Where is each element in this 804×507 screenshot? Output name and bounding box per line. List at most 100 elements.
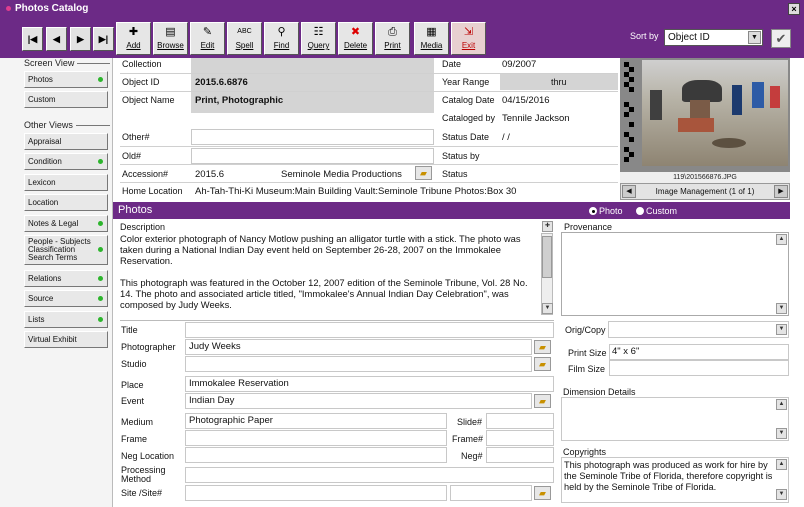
sort-by-select[interactable]: Object ID ▼ [664, 29, 763, 46]
edit-button[interactable]: ✎ Edit [190, 22, 225, 55]
description-textarea[interactable]: Color exterior photograph of Nancy Motlo… [120, 233, 540, 315]
print-size-field[interactable]: 4" x 6" [609, 344, 789, 360]
prev-image-icon[interactable]: ◀ [622, 185, 636, 198]
site-number-field[interactable] [450, 485, 532, 501]
section-title: Photos [118, 204, 153, 216]
view-custom[interactable]: Custom [24, 91, 108, 108]
film-size-field[interactable] [609, 360, 789, 376]
provenance-field[interactable] [561, 232, 789, 316]
row-divider [120, 146, 618, 147]
frame-field[interactable] [185, 430, 447, 446]
view-appraisal[interactable]: Appraisal [24, 133, 108, 150]
scroll-up-icon[interactable]: ▲ [776, 459, 787, 470]
view-lists[interactable]: Lists [24, 311, 108, 328]
folder-icon[interactable]: ▰ [415, 166, 432, 180]
chevron-down-icon[interactable]: ▼ [748, 31, 761, 44]
object-id-label: Object ID [122, 77, 160, 87]
folder-icon[interactable]: ▰ [534, 357, 551, 371]
folder-icon[interactable]: ▰ [534, 340, 551, 354]
collection-field[interactable] [195, 59, 430, 71]
next-image-icon[interactable]: ▶ [774, 185, 788, 198]
radio-photo[interactable]: Photo [589, 206, 623, 216]
copyrights-field[interactable]: This photograph was produced as work for… [561, 457, 789, 503]
spell-button[interactable]: ABC Spell [227, 22, 262, 55]
radio-custom[interactable]: Custom [636, 206, 677, 216]
title-field[interactable] [185, 322, 554, 338]
view-location[interactable]: Location [24, 194, 108, 211]
view-photos[interactable]: Photos [24, 71, 108, 88]
cataloged-by-field[interactable]: Tennile Jackson [502, 113, 570, 124]
photographer-field[interactable]: Judy Weeks [185, 339, 532, 355]
place-field[interactable]: Immokalee Reservation [185, 376, 554, 392]
status-dot-icon [98, 77, 103, 82]
scroll-up-icon[interactable]: ▲ [776, 399, 787, 410]
view-source[interactable]: Source [24, 290, 108, 307]
studio-field[interactable] [185, 356, 532, 372]
checkmark-button[interactable]: ✔ [771, 29, 791, 48]
date-field[interactable]: 09/2007 [502, 59, 536, 70]
scroll-down-icon[interactable]: ▼ [776, 303, 787, 314]
film-size-label: Film Size [568, 364, 606, 374]
film-strip-icon: ▦ [426, 26, 437, 38]
catalog-date-field[interactable]: 04/15/2016 [502, 95, 550, 106]
delete-button[interactable]: ✖ Delete [338, 22, 373, 55]
accession-source-field[interactable]: Seminole Media Productions [281, 169, 402, 180]
processing-method-field[interactable] [185, 467, 554, 483]
image-management-bar: ◀ Image Management (1 of 1) ▶ [620, 183, 790, 200]
dimension-details-field[interactable] [561, 397, 789, 441]
slide-number-field[interactable] [486, 413, 554, 429]
view-notes-legal[interactable]: Notes & Legal [24, 215, 108, 232]
scroll-up-icon[interactable]: ▲ [776, 234, 787, 245]
close-button[interactable]: × [788, 3, 800, 15]
first-record-button[interactable]: |◀ [22, 27, 43, 51]
view-condition[interactable]: Condition [24, 153, 108, 170]
scrollbar-thumb[interactable] [542, 236, 552, 278]
print-button[interactable]: ⎙ Print [375, 22, 410, 55]
scroll-down-icon[interactable]: ▼ [776, 428, 787, 439]
find-button[interactable]: ⚲ Find [264, 22, 299, 55]
scroll-down-icon[interactable]: ▼ [542, 303, 553, 314]
photo-image [642, 60, 788, 166]
folder-icon[interactable]: ▰ [534, 486, 551, 500]
query-button[interactable]: ☷ Query [301, 22, 336, 55]
medium-field[interactable]: Photographic Paper [185, 413, 447, 429]
title-label: Title [121, 325, 138, 335]
date-label: Date [442, 59, 462, 69]
view-relations[interactable]: Relations [24, 270, 108, 287]
scroll-down-icon[interactable]: ▼ [776, 489, 787, 500]
view-lexicon[interactable]: Lexicon [24, 174, 108, 191]
neg-number-field[interactable] [486, 447, 554, 463]
row-divider [120, 164, 618, 165]
expand-icon[interactable]: ✚ [542, 221, 553, 232]
event-field[interactable]: Indian Day [185, 393, 532, 409]
object-name-field[interactable]: Print, Photographic [195, 95, 283, 106]
browse-button[interactable]: ▤ Browse [153, 22, 188, 55]
exit-button[interactable]: ⇲ Exit [451, 22, 486, 55]
add-button[interactable]: ✚ Add [116, 22, 151, 55]
frame-number-field[interactable] [486, 430, 554, 446]
exit-icon: ⇲ [463, 26, 474, 38]
view-people-subjects[interactable]: People - Subjects Classification Search … [24, 235, 108, 265]
other-number-field[interactable] [191, 129, 434, 145]
status-dot-icon [98, 317, 103, 322]
old-number-label: Old# [122, 151, 142, 161]
orig-copy-select[interactable] [608, 321, 789, 338]
slide-number-label: Slide# [457, 417, 483, 427]
object-id-field[interactable]: 2015.6.6876 [195, 77, 248, 88]
view-virtual-exhibit[interactable]: Virtual Exhibit [24, 331, 108, 348]
chevron-down-icon[interactable]: ▼ [776, 324, 787, 335]
neg-location-label: Neg Location [121, 451, 175, 461]
status-date-field[interactable]: / / [502, 132, 510, 143]
old-number-field[interactable] [191, 148, 434, 164]
next-record-button[interactable]: ▶ [70, 27, 91, 51]
home-location-field[interactable]: Ah-Tah-Thi-Ki Museum:Main Building Vault… [195, 186, 516, 197]
site-field[interactable] [185, 485, 447, 501]
last-record-button[interactable]: ▶| [93, 27, 114, 51]
media-button[interactable]: ▦ Media [414, 22, 449, 55]
folder-icon[interactable]: ▰ [534, 394, 551, 408]
accession-field[interactable]: 2015.6 [195, 169, 224, 180]
title-bar: Photos Catalog [0, 0, 804, 18]
prev-record-button[interactable]: ◀ [46, 27, 67, 51]
neg-location-field[interactable] [185, 447, 447, 463]
image-management-button[interactable]: Image Management (1 of 1) [637, 184, 773, 199]
